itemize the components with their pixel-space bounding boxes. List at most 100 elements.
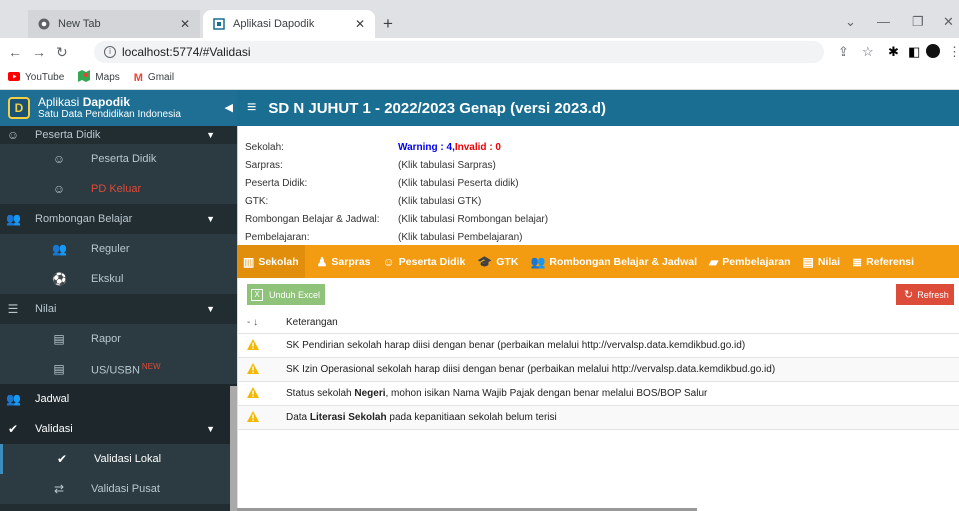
url-input[interactable]: i localhost:5774/#Validasi (94, 41, 824, 63)
forward-icon[interactable]: → (32, 44, 46, 60)
invalid-count[interactable]: Invalid : 0 (455, 142, 501, 153)
chevron-down-icon[interactable]: ⌄ (845, 14, 856, 30)
browser-tab-label: New Tab (58, 18, 101, 30)
close-icon[interactable]: ✕ (180, 17, 190, 31)
tab-referensi[interactable]: ≣ Referensi (852, 245, 914, 278)
sidebar-item-label: Reguler (91, 243, 130, 255)
youtube-icon (8, 71, 20, 84)
sidebar-item-label: Rapor (91, 333, 121, 345)
sidebar-item-peserta-didik-group[interactable]: ☺ Peserta Didik ▼ (0, 126, 237, 144)
summary-value: (Klik tabulasi GTK) (398, 195, 482, 207)
table-row[interactable]: SK Pendirian sekolah harap diisi dengan … (238, 334, 959, 358)
sidebar-scrollbar[interactable] (230, 386, 237, 511)
browser-tab-dapodik[interactable]: Aplikasi Dapodik ✕ (203, 10, 375, 38)
page-header: ≡ SD N JUHUT 1 - 2022/2023 Genap (versi … (237, 90, 959, 126)
tab-sarpras[interactable]: ♟ Sarpras (317, 245, 371, 278)
tab-nilai[interactable]: ▤ Nilai (803, 245, 841, 278)
sidebar-item-validasi[interactable]: ✔ Validasi ▼ (0, 414, 237, 444)
sidebar-item-rombongan-belajar[interactable]: 👥 Rombongan Belajar ▼ (0, 204, 237, 234)
chrome-icon (38, 18, 50, 30)
caret-down-icon: ▼ (206, 304, 215, 314)
file-icon: ▤ (802, 254, 814, 269)
warning-icon (247, 386, 259, 398)
bookmark-maps[interactable]: Maps (78, 70, 120, 85)
browser-tab-label: Aplikasi Dapodik (233, 18, 315, 30)
sidebar-item-validasi-pusat[interactable]: ⇄ Validasi Pusat (0, 474, 237, 504)
tab-rombongan-belajar[interactable]: 👥 Rombongan Belajar & Jadwal (530, 245, 697, 278)
sidebar-item-us-usbn[interactable]: ▤ US/USBN NEW (0, 354, 237, 384)
sidebar-item-label: Nilai (35, 303, 57, 315)
extensions-icon[interactable]: ✱ (888, 44, 899, 60)
tab-gtk[interactable]: 🎓 GTK (477, 245, 518, 278)
close-icon[interactable]: ✕ (355, 17, 365, 31)
browser-top-strip (0, 0, 959, 10)
summary-key: Pembelajaran: (245, 231, 310, 243)
bookmark-youtube[interactable]: YouTube (8, 71, 64, 84)
table-row[interactable]: SK Izin Operasional sekolah harap diisi … (238, 358, 959, 382)
profile-avatar[interactable] (926, 44, 940, 61)
row-text: SK Pendirian sekolah harap diisi dengan … (286, 340, 746, 351)
exchange-icon: ⇄ (53, 482, 65, 496)
reload-icon[interactable]: ↻ (56, 44, 68, 61)
sort-column-header[interactable]: - ↓ (238, 317, 286, 328)
sidebar-item-ekskul[interactable]: ⚽ Ekskul (0, 264, 237, 294)
keterangan-column-header[interactable]: Keterangan (286, 317, 959, 328)
warning-icon (247, 410, 259, 422)
sidebar-toggle-icon[interactable]: ◀ (225, 101, 233, 114)
sidebar-item-peserta-didik[interactable]: ☺ Peserta Didik (0, 144, 237, 174)
smile-icon: ☺ (52, 152, 66, 166)
users-icon: 👥 (530, 254, 546, 269)
warning-count[interactable]: Warning : 4 (398, 142, 452, 153)
brand[interactable]: D Aplikasi Dapodik Satu Data Pendidikan … (0, 90, 237, 126)
tab-label: Pembelajaran (722, 255, 791, 268)
browser-tab-newtab[interactable]: New Tab ✕ (28, 10, 200, 38)
close-window-icon[interactable]: ✕ (943, 14, 954, 30)
download-excel-button[interactable]: X Unduh Excel (247, 284, 325, 305)
book-icon: ▰ (709, 254, 719, 269)
tab-peserta-didik[interactable]: ☺ Peserta Didik (383, 245, 466, 278)
sidebar: D Aplikasi Dapodik Satu Data Pendidikan … (0, 90, 237, 511)
maps-icon (78, 70, 91, 85)
new-tab-button[interactable]: + (383, 14, 393, 34)
tab-pembelajaran[interactable]: ▰ Pembelajaran (709, 245, 791, 278)
share-icon[interactable]: ⇪ (838, 44, 849, 60)
summary-key: GTK: (245, 195, 269, 207)
tab-label: Referensi (866, 255, 914, 268)
tab-label: Rombongan Belajar & Jadwal (549, 255, 698, 268)
minimize-icon[interactable]: — (877, 14, 890, 29)
sidebar-item-label: Rombongan Belajar (35, 213, 133, 225)
tab-sekolah[interactable]: ▥ Sekolah (237, 245, 305, 278)
info-icon[interactable]: i (104, 46, 116, 58)
sidebar-item-nilai[interactable]: ☰ Nilai ▼ (0, 294, 237, 324)
summary-row: Pembelajaran: (Klik tabulasi Pembelajara… (245, 229, 523, 244)
sidebar-item-jadwal[interactable]: 👥 Jadwal (0, 384, 237, 414)
sidebar-item-label: US/USBN NEW (91, 361, 161, 377)
summary-value: (Klik tabulasi Pembelajaran) (398, 231, 523, 243)
hamburger-icon[interactable]: ≡ (247, 99, 256, 117)
dapodik-logo-icon: D (8, 97, 30, 119)
address-bar: ← → ↻ i localhost:5774/#Validasi ⇪ ☆ ✱ ◧… (0, 38, 959, 66)
restore-icon[interactable]: ❐ (912, 14, 924, 30)
sidebar-item-reguler[interactable]: 👥 Reguler (0, 234, 237, 264)
download-excel-label: Unduh Excel (269, 289, 321, 300)
refresh-icon: ↻ (904, 289, 914, 301)
table-row[interactable]: Status sekolah Negeri, mohon isikan Nama… (238, 382, 959, 406)
sidebar-item-pd-keluar[interactable]: ☺ PD Keluar (0, 174, 237, 204)
refresh-label: Refresh (917, 289, 949, 300)
users-icon: 👥 (6, 392, 21, 406)
sidebar-item-label: Validasi (35, 423, 73, 435)
sidepanel-icon[interactable]: ◧ (908, 44, 920, 60)
tab-label: GTK (496, 255, 519, 268)
page-title: SD N JUHUT 1 - 2022/2023 Genap (versi 20… (268, 99, 606, 117)
tab-label: Nilai (817, 255, 841, 268)
summary-row: Sekolah: Warning : 4, Invalid : 0 (245, 139, 501, 155)
menu-dots-icon[interactable]: ⋮ (948, 44, 959, 60)
star-icon[interactable]: ☆ (862, 44, 874, 60)
bookmark-gmail[interactable]: M Gmail (134, 72, 174, 84)
back-icon[interactable]: ← (8, 44, 22, 60)
table-row[interactable]: Data Literasi Sekolah pada kepanitiaan s… (238, 406, 959, 430)
summary-row: Rombongan Belajar & Jadwal: (Klik tabula… (245, 211, 548, 227)
refresh-button[interactable]: ↻ Refresh (896, 284, 954, 305)
sidebar-item-rapor[interactable]: ▤ Rapor (0, 324, 237, 354)
sidebar-item-validasi-lokal[interactable]: ✔ Validasi Lokal (0, 444, 237, 474)
